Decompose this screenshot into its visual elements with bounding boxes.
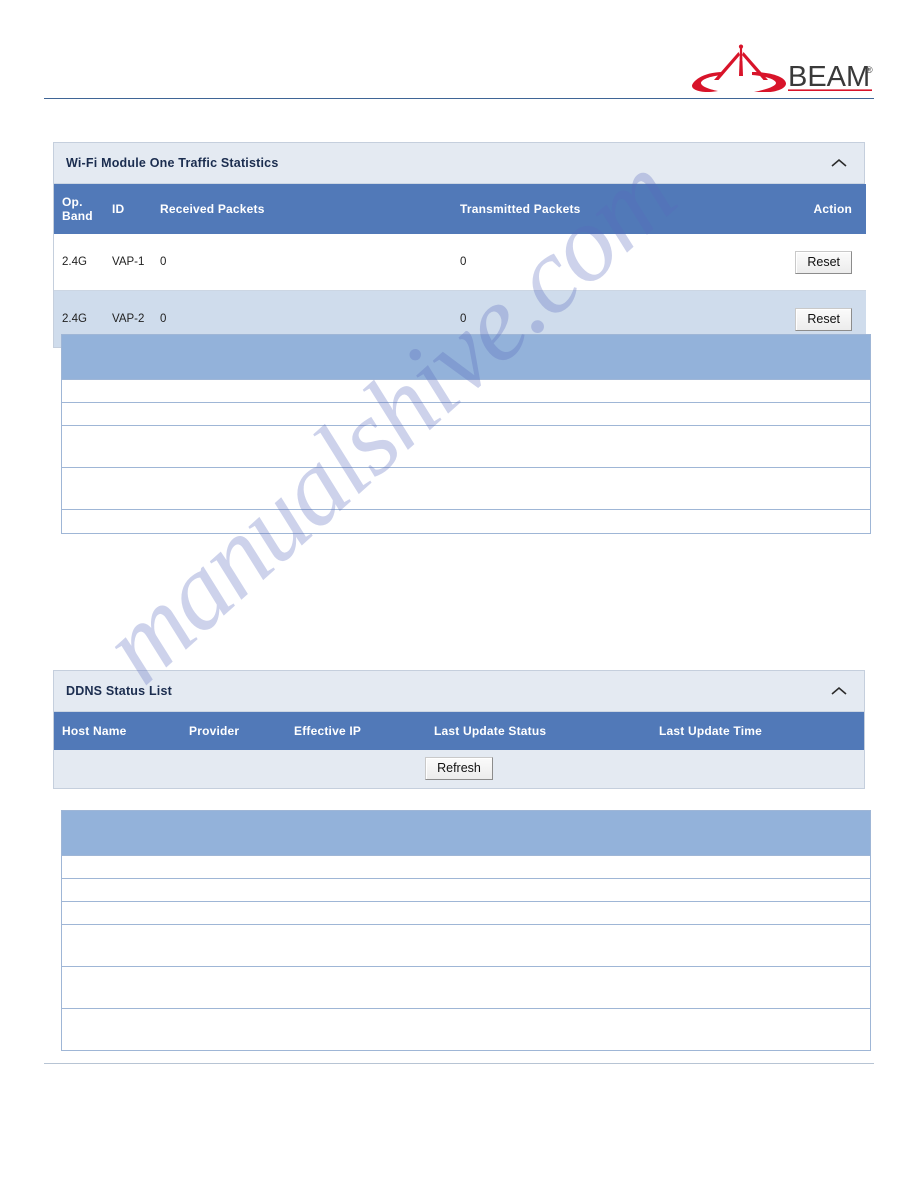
cell-received-packets: 0 bbox=[160, 234, 460, 291]
blank-table-one-header bbox=[62, 335, 870, 379]
ddns-panel-title-bar[interactable]: DDNS Status List bbox=[54, 671, 864, 712]
cell-transmitted-packets: 0 bbox=[460, 234, 730, 291]
column-header-op-band: Op. Band bbox=[54, 184, 112, 234]
column-header-action: Action bbox=[730, 184, 866, 234]
column-header-host-name: Host Name bbox=[54, 712, 189, 750]
blank-row bbox=[62, 425, 870, 467]
column-header-id: ID bbox=[112, 184, 160, 234]
table-header-row: Host Name Provider Effective IP Last Upd… bbox=[54, 712, 864, 750]
blank-row bbox=[62, 402, 870, 425]
wifi-panel-title-bar[interactable]: Wi-Fi Module One Traffic Statistics bbox=[54, 143, 864, 184]
ddns-panel-title: DDNS Status List bbox=[66, 684, 172, 698]
svg-text:BEAM: BEAM bbox=[788, 61, 870, 92]
chevron-up-icon[interactable] bbox=[828, 680, 850, 702]
ddns-refresh-strip: Refresh bbox=[54, 750, 864, 788]
column-header-received-packets: Received Packets bbox=[160, 184, 460, 234]
chevron-up-icon[interactable] bbox=[828, 152, 850, 174]
refresh-button[interactable]: Refresh bbox=[425, 757, 493, 780]
beam-logo: BEAM ® bbox=[692, 44, 874, 92]
column-header-effective-ip: Effective IP bbox=[294, 712, 434, 750]
blank-table-one bbox=[61, 334, 871, 534]
column-header-last-update-time: Last Update Time bbox=[659, 712, 864, 750]
page-header: BEAM ® bbox=[0, 0, 918, 100]
column-header-provider: Provider bbox=[189, 712, 294, 750]
reset-button[interactable]: Reset bbox=[795, 250, 852, 274]
reset-button[interactable]: Reset bbox=[795, 307, 852, 331]
column-header-transmitted-packets: Transmitted Packets bbox=[460, 184, 730, 234]
table-header-row: Op. Band ID Received Packets Transmitted… bbox=[54, 184, 866, 234]
cell-op-band: 2.4G bbox=[54, 234, 112, 291]
blank-row bbox=[62, 901, 870, 924]
table-row: 2.4G VAP-1 0 0 Reset bbox=[54, 234, 866, 291]
blank-row bbox=[62, 379, 870, 402]
blank-row bbox=[62, 855, 870, 878]
footer-divider bbox=[44, 1063, 874, 1064]
ddns-status-list-panel: DDNS Status List Host Name Provider Effe… bbox=[53, 670, 865, 789]
wifi-traffic-statistics-panel: Wi-Fi Module One Traffic Statistics Op. … bbox=[53, 142, 866, 348]
blank-row bbox=[62, 509, 870, 533]
svg-text:®: ® bbox=[866, 65, 873, 75]
blank-table-two bbox=[61, 810, 871, 1051]
blank-row bbox=[62, 878, 870, 901]
page-root: BEAM ® Wi-Fi Module One Traffic Statisti… bbox=[0, 0, 918, 1188]
cell-id: VAP-1 bbox=[112, 234, 160, 291]
blank-row bbox=[62, 467, 870, 509]
blank-row bbox=[62, 966, 870, 1008]
ddns-status-table: Host Name Provider Effective IP Last Upd… bbox=[54, 712, 864, 750]
cell-action: Reset bbox=[730, 234, 866, 291]
wifi-panel-title: Wi-Fi Module One Traffic Statistics bbox=[66, 156, 279, 170]
blank-row bbox=[62, 1008, 870, 1050]
blank-table-two-header bbox=[62, 811, 870, 855]
header-divider bbox=[44, 98, 874, 99]
wifi-traffic-table: Op. Band ID Received Packets Transmitted… bbox=[54, 184, 866, 347]
blank-row bbox=[62, 924, 870, 966]
column-header-last-update-status: Last Update Status bbox=[434, 712, 659, 750]
beam-antenna-logo bbox=[692, 44, 786, 92]
